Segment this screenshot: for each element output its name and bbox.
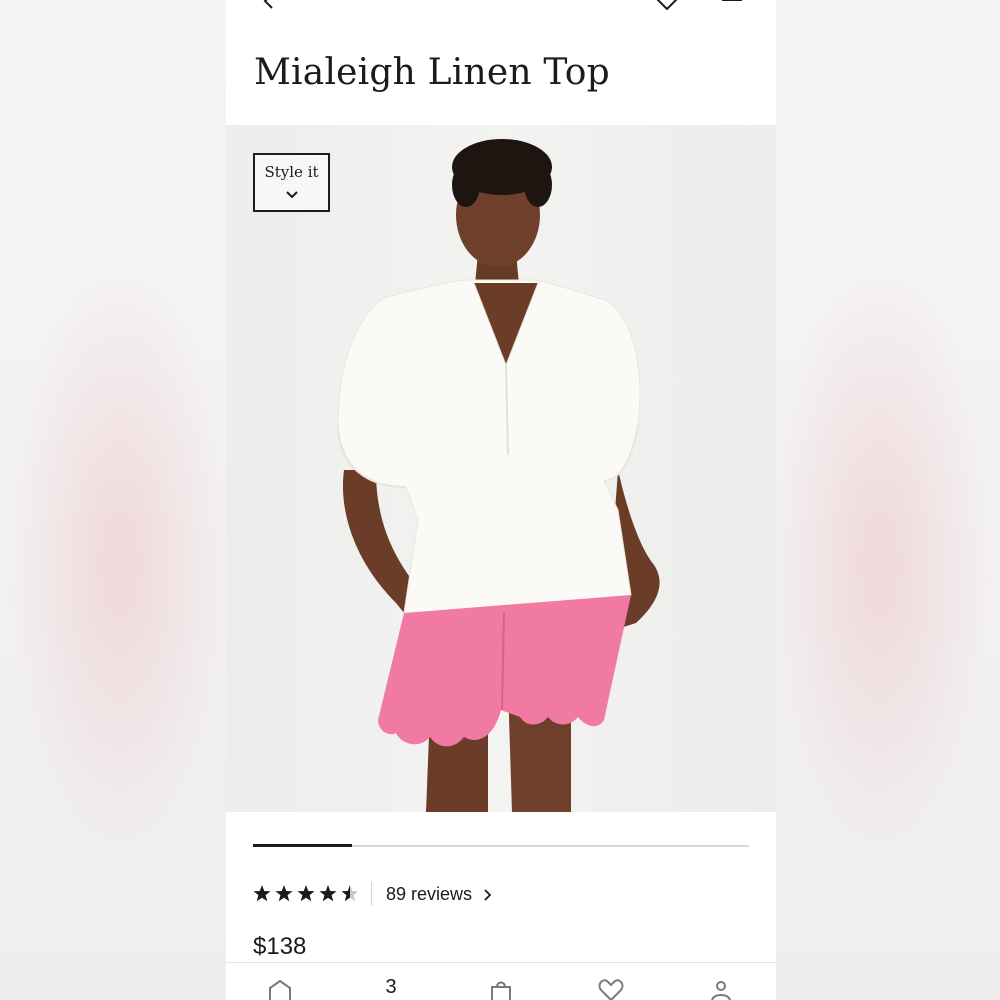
rating-row: 89 reviews xyxy=(253,882,553,908)
star-icon xyxy=(275,885,293,902)
star-rating xyxy=(253,885,357,902)
star-icon xyxy=(297,885,315,902)
gallery-progress xyxy=(253,844,749,847)
chevron-right-icon xyxy=(484,889,492,901)
gallery-progress-fill xyxy=(253,844,353,847)
shopping-bag-icon xyxy=(491,981,511,1000)
tab-wishlist[interactable] xyxy=(591,978,631,1000)
star-icon xyxy=(341,885,357,902)
home-icon xyxy=(269,979,291,1000)
star-icon xyxy=(253,885,271,902)
person-icon xyxy=(711,981,731,1000)
style-it-label: Style it xyxy=(264,163,319,181)
tab-home[interactable] xyxy=(260,978,300,1000)
heart-icon xyxy=(598,979,624,1000)
star-icon xyxy=(319,885,337,902)
top-bar xyxy=(226,0,776,20)
style-it-button[interactable]: Style it xyxy=(253,153,330,212)
reviews-link[interactable]: 89 reviews xyxy=(386,884,493,905)
tab-account[interactable] xyxy=(701,978,741,1000)
heart-icon[interactable] xyxy=(654,0,680,10)
chevron-left-icon[interactable] xyxy=(260,0,278,10)
chevron-down-icon xyxy=(286,191,298,199)
tab-count[interactable]: 3 xyxy=(371,976,411,1000)
model-photo xyxy=(337,139,660,812)
share-icon[interactable] xyxy=(720,0,744,10)
tab-bag[interactable] xyxy=(481,978,521,1000)
reviews-label: 89 reviews xyxy=(386,884,473,904)
app-screen: Mialeigh Linen Top Style it 89 reviews $… xyxy=(226,0,776,1000)
divider xyxy=(371,882,372,906)
product-price: $138 xyxy=(253,933,307,960)
product-title: Mialeigh Linen Top xyxy=(254,52,610,93)
product-image[interactable]: Style it xyxy=(226,125,776,812)
tab-bar-divider xyxy=(226,962,776,963)
tab-count-value: 3 xyxy=(385,976,397,998)
